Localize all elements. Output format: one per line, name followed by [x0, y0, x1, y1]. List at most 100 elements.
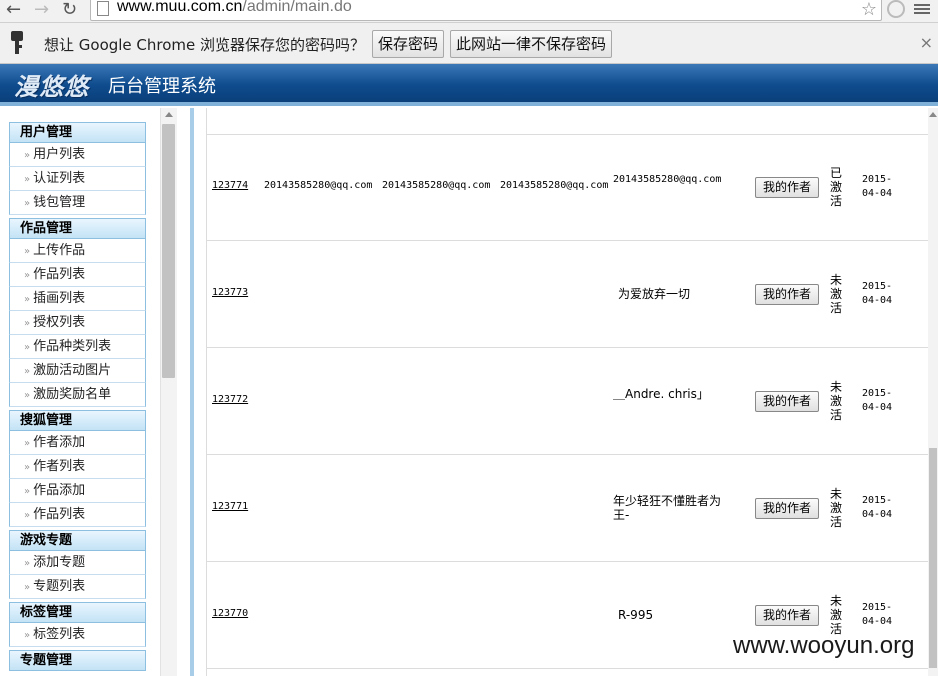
menu-group: 用户管理» 用户列表» 认证列表» 钱包管理: [9, 122, 146, 215]
chevron-right-icon: »: [24, 294, 31, 305]
my-author-button[interactable]: 我的作者: [755, 605, 819, 626]
table-row: [207, 108, 929, 135]
table-row: 123774 20143585280@qq.com 20143585280@qq.c…: [207, 134, 929, 241]
sidebar-item[interactable]: » 作品种类列表: [9, 335, 146, 359]
forward-arrow-icon[interactable]: →: [34, 0, 49, 20]
sidebar-item[interactable]: » 用户列表: [9, 143, 146, 167]
nickname-cell: ＿Andre. chris｣: [613, 387, 703, 401]
nickname-cell: 年少轻狂不懂胜者为王-: [613, 494, 722, 522]
password-save-infobar: 想让 Google Chrome 浏览器保存您的密码吗？ 保存密码 此网站一律不…: [0, 23, 938, 64]
close-icon[interactable]: ×: [920, 33, 933, 52]
chevron-right-icon: »: [24, 150, 31, 161]
menu-group-title[interactable]: 游戏专题: [9, 530, 146, 551]
scrollbar-thumb[interactable]: [162, 124, 175, 378]
nickname-cell: 20143585280@qq.com: [613, 174, 722, 185]
menu-group-title[interactable]: 搜狐管理: [9, 410, 146, 431]
sidebar-item[interactable]: » 认证列表: [9, 167, 146, 191]
reload-icon[interactable]: ↻: [62, 0, 77, 20]
account-cell: 20143585280@qq.com: [264, 180, 373, 191]
chevron-right-icon: »: [24, 582, 31, 593]
user-id-link[interactable]: 123770: [212, 608, 248, 619]
chevron-right-icon: »: [24, 462, 31, 473]
frame-divider: [190, 108, 194, 676]
sidebar-item-label: 作品种类列表: [33, 339, 112, 354]
sidebar-item[interactable]: » 激励活动图片: [9, 359, 146, 383]
date-cell: 2015-04-04: [861, 602, 893, 627]
sidebar-item[interactable]: » 上传作品: [9, 239, 146, 263]
menu-group: 游戏专题» 添加专题» 专题列表: [9, 530, 146, 599]
my-author-button[interactable]: 我的作者: [755, 284, 819, 305]
watermark: www.wooyun.org: [733, 632, 915, 659]
chrome-menu-icon[interactable]: [914, 2, 930, 16]
app-header: 漫悠悠 后台管理系统: [0, 64, 938, 102]
sidebar-item[interactable]: » 作品列表: [9, 263, 146, 287]
chevron-right-icon: »: [24, 366, 31, 377]
sidebar-scrollbar[interactable]: [160, 108, 177, 676]
menu-group-title[interactable]: 用户管理: [9, 122, 146, 143]
sidebar-item-label: 认证列表: [33, 171, 86, 186]
sidebar-item[interactable]: » 激励奖励名单: [9, 383, 146, 407]
sidebar-item[interactable]: » 授权列表: [9, 311, 146, 335]
sidebar-item[interactable]: » 专题列表: [9, 575, 146, 599]
scroll-up-icon[interactable]: [165, 112, 173, 117]
sidebar-item[interactable]: » 添加专题: [9, 551, 146, 575]
my-author-button[interactable]: 我的作者: [755, 391, 819, 412]
sidebar-item[interactable]: » 标签列表: [9, 623, 146, 647]
sidebar-item-label: 激励奖励名单: [33, 387, 112, 402]
sidebar-item-label: 上传作品: [33, 243, 86, 258]
sidebar-item-label: 作品添加: [33, 483, 86, 498]
sidebar-item-label: 作品列表: [33, 507, 86, 522]
scroll-up-icon[interactable]: [929, 112, 937, 117]
user-id-link[interactable]: 123772: [212, 394, 248, 405]
sidebar-menu: 用户管理» 用户列表» 认证列表» 钱包管理 作品管理» 上传作品» 作品列表» 插画列表» 授…: [9, 122, 146, 674]
sidebar-item-label: 用户列表: [33, 147, 86, 162]
scrollbar-thumb[interactable]: [929, 448, 937, 668]
sidebar-item[interactable]: » 作品列表: [9, 503, 146, 527]
user-id-link[interactable]: 123773: [212, 287, 248, 298]
user-table: 123774 20143585280@qq.com 20143585280@qq.c…: [206, 108, 929, 676]
sidebar-item[interactable]: » 作品添加: [9, 479, 146, 503]
chevron-right-icon: »: [24, 198, 31, 209]
contact-cell: 20143585280@qq.com: [500, 180, 609, 191]
chevron-right-icon: »: [24, 246, 31, 257]
date-cell: 2015-04-04: [861, 495, 893, 520]
my-author-button[interactable]: 我的作者: [755, 498, 819, 519]
menu-group-title[interactable]: 专题管理: [9, 650, 146, 671]
user-id-link[interactable]: 123771: [212, 501, 248, 512]
never-save-password-button[interactable]: 此网站一律不保存密码: [450, 30, 613, 58]
date-cell: 2015-04-04: [861, 174, 893, 199]
browser-toolbar: ← → ↻ www.muu.com.cn/admin/main.do ☆: [0, 0, 938, 23]
address-bar[interactable]: www.muu.com.cn/admin/main.do ☆: [90, 0, 882, 21]
menu-group-title[interactable]: 作品管理: [9, 218, 146, 239]
table-row: 123771 年少轻狂不懂胜者为王- 我的作者 未激活 2015-04-04: [207, 455, 929, 562]
system-title: 后台管理系统: [108, 76, 216, 97]
save-password-button[interactable]: 保存密码: [372, 30, 445, 58]
chevron-right-icon: »: [24, 174, 31, 185]
sidebar-item-label: 插画列表: [33, 291, 86, 306]
user-id-link[interactable]: 123774: [212, 180, 248, 191]
sidebar-item[interactable]: » 作者添加: [9, 431, 146, 455]
my-author-button[interactable]: 我的作者: [755, 177, 819, 198]
sidebar-item[interactable]: » 钱包管理: [9, 191, 146, 215]
sidebar-item[interactable]: » 作者列表: [9, 455, 146, 479]
menu-group: 搜狐管理» 作者添加» 作者列表» 作品添加» 作品列表: [9, 410, 146, 527]
password-prompt-text: 想让 Google Chrome 浏览器保存您的密码吗？: [44, 36, 366, 54]
main-scrollbar[interactable]: [928, 108, 938, 676]
date-cell: 2015-04-04: [861, 388, 893, 413]
nickname-cell: R-995: [618, 608, 654, 622]
status-badge: 未激活: [829, 380, 842, 422]
menu-group: 专题管理: [9, 650, 146, 671]
back-arrow-icon[interactable]: ←: [6, 0, 21, 20]
status-badge: 已激活: [829, 166, 842, 208]
menu-group: 标签管理» 标签列表: [9, 602, 146, 647]
status-badge: 未激活: [829, 487, 842, 529]
table-row: 123772 ＿Andre. chris｣ 我的作者 未激活 2015-04-04: [207, 348, 929, 455]
sidebar-item-label: 专题列表: [33, 579, 86, 594]
bookmark-star-icon[interactable]: ☆: [861, 0, 877, 20]
extension-icon[interactable]: [887, 0, 905, 18]
key-icon: [10, 31, 24, 55]
nickname-cell: 为爱放弃一切: [618, 287, 691, 301]
sidebar-item[interactable]: » 插画列表: [9, 287, 146, 311]
menu-group-title[interactable]: 标签管理: [9, 602, 146, 623]
url-text[interactable]: www.muu.com.cn/admin/main.do: [117, 0, 352, 16]
